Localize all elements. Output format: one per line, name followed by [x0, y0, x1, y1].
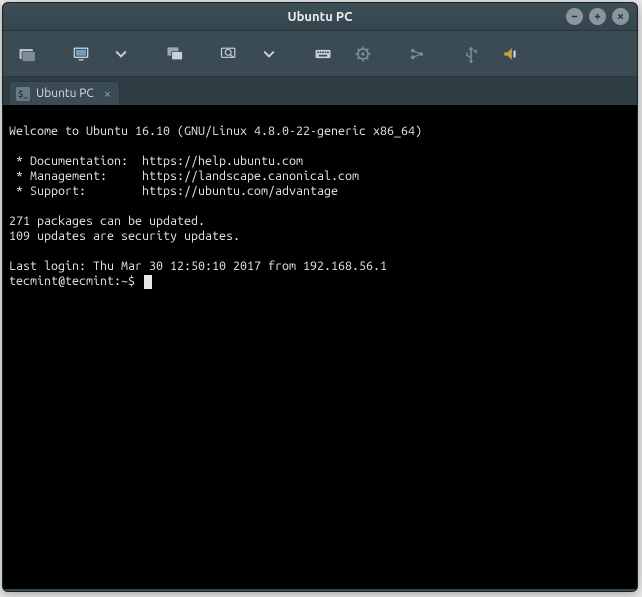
window-title: Ubuntu PC	[288, 10, 353, 24]
share-button[interactable]	[399, 38, 435, 70]
sound-button[interactable]	[493, 38, 529, 70]
terminal-line: * Support: https://ubuntu.com/advantage	[9, 184, 338, 198]
new-session-button[interactable]	[9, 38, 45, 70]
monitor-dropdown[interactable]	[103, 38, 139, 70]
terminal-line: 109 updates are security updates.	[9, 229, 240, 243]
settings-button[interactable]	[345, 38, 381, 70]
keyboard-button[interactable]	[305, 38, 341, 70]
maximize-button[interactable]	[589, 8, 606, 25]
terminal-line: * Management: https://landscape.canonica…	[9, 169, 359, 183]
windows-button[interactable]	[157, 38, 193, 70]
terminal-line: * Documentation: https://help.ubuntu.com	[9, 154, 303, 168]
monitor-button[interactable]	[63, 38, 99, 70]
app-window: Ubuntu PC	[2, 2, 638, 592]
cursor-icon	[144, 275, 152, 289]
titlebar: Ubuntu PC	[3, 3, 637, 31]
tab-session[interactable]: $_ Ubuntu PC ×	[9, 81, 120, 105]
usb-button[interactable]	[453, 38, 489, 70]
zoom-dropdown[interactable]	[251, 38, 287, 70]
terminal-pane[interactable]: Welcome to Ubuntu 16.10 (GNU/Linux 4.8.0…	[3, 105, 637, 589]
tabbar: $_ Ubuntu PC ×	[3, 77, 637, 105]
close-tab-button[interactable]: ×	[104, 87, 111, 101]
zoom-button[interactable]	[211, 38, 247, 70]
terminal-line: Welcome to Ubuntu 16.10 (GNU/Linux 4.8.0…	[9, 124, 422, 138]
toolbar	[3, 31, 637, 77]
terminal-line: 271 packages can be updated.	[9, 214, 205, 228]
terminal-line: Last login: Thu Mar 30 12:50:10 2017 fro…	[9, 259, 387, 273]
terminal-icon: $_	[16, 87, 30, 101]
close-button[interactable]	[612, 8, 629, 25]
terminal-prompt: tecmint@tecmint:~$	[9, 274, 142, 289]
tab-label: Ubuntu PC	[36, 87, 94, 100]
minimize-button[interactable]	[566, 8, 583, 25]
